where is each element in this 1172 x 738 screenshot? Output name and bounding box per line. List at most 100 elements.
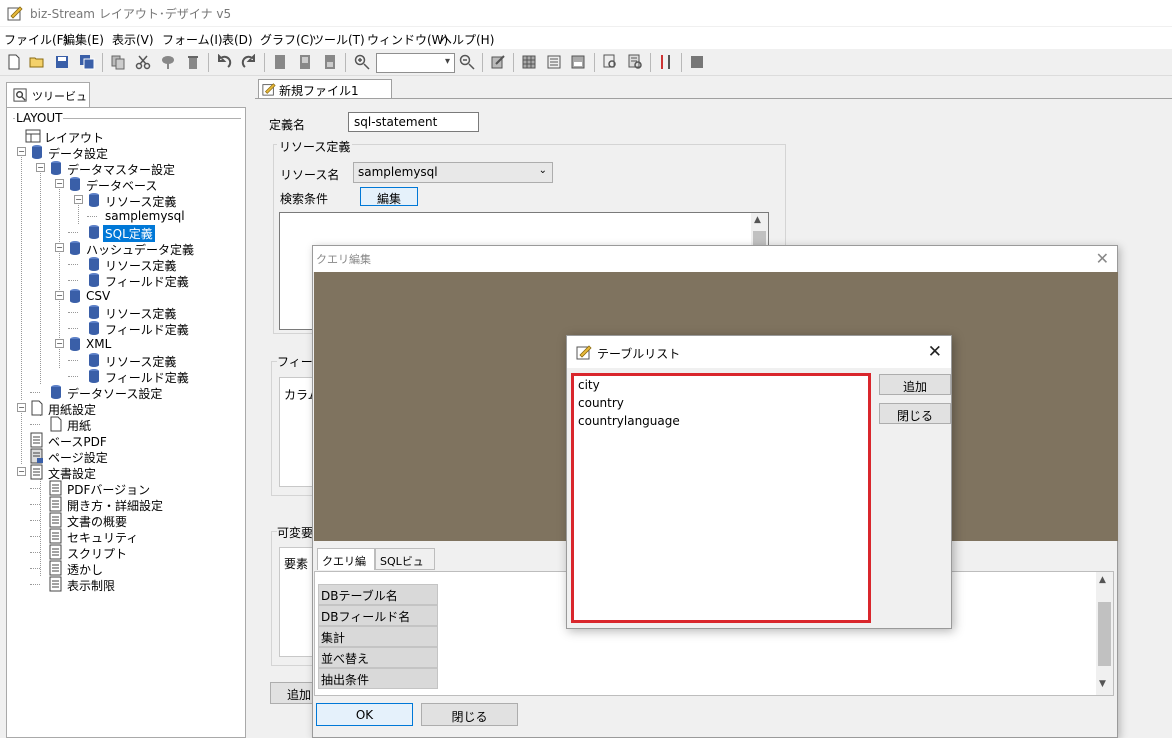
menu-help[interactable]: ヘルプ(H) (440, 31, 494, 48)
menu-window[interactable]: ウィンドウ(W) (367, 31, 448, 48)
zoom-combo[interactable]: ▾ (376, 53, 455, 73)
tree-connector-line (68, 328, 78, 329)
definition-name-input[interactable]: sql-statement (348, 112, 479, 132)
collapse-icon[interactable]: − (17, 147, 26, 156)
redo-icon[interactable] (241, 54, 257, 70)
table-list[interactable]: city country countrylanguage (571, 373, 871, 623)
tree-node-label: samplemysql (105, 209, 185, 223)
collapse-icon[interactable]: − (17, 467, 26, 476)
database-icon (70, 289, 80, 303)
panel-splitter[interactable] (247, 76, 255, 738)
tree-connector-line (30, 584, 40, 585)
collapse-icon[interactable]: − (36, 163, 45, 172)
tools-icon[interactable] (658, 54, 674, 70)
tree-node-label: リソース定義 (105, 307, 177, 321)
scroll-up-icon[interactable]: ▲ (1099, 575, 1106, 585)
collapse-icon[interactable]: − (74, 195, 83, 204)
element-label: 要素 (284, 557, 309, 571)
scroll-thumb[interactable] (1098, 602, 1111, 666)
close-icon[interactable]: ✕ (928, 342, 942, 362)
collapse-icon[interactable]: − (55, 179, 64, 188)
resource-name-select[interactable]: samplemysql ⌄ (353, 162, 553, 183)
ok-button[interactable]: OK (316, 703, 413, 726)
edit-button[interactable]: 編集 (360, 187, 418, 206)
database-icon (89, 305, 99, 319)
tab-query-edit[interactable]: クエリ編集 (317, 548, 375, 584)
data-preview-icon[interactable] (627, 54, 643, 70)
tree-node-label: データマスター設定 (67, 163, 176, 177)
page-icon[interactable] (272, 54, 288, 70)
list-item[interactable]: countrylanguage (578, 414, 680, 428)
menu-form[interactable]: フォーム(I) (162, 31, 223, 48)
document-tab[interactable]: 新規ファイル1 [v5.0.0] (258, 79, 392, 113)
add-table-button[interactable]: 追加 (879, 374, 951, 395)
tree-connector-line (30, 488, 40, 489)
variable-group-label: 可変要 (277, 524, 314, 541)
edit-icon[interactable] (490, 54, 506, 70)
menu-view[interactable]: 表示(V) (112, 31, 154, 48)
toolbar-separator (208, 53, 209, 72)
new-file-icon[interactable] (6, 54, 22, 70)
list-item[interactable]: city (578, 378, 600, 392)
document-tab-strip (255, 78, 1172, 98)
stop-icon[interactable] (689, 54, 705, 70)
database-icon (89, 257, 99, 271)
list-item[interactable]: country (578, 396, 624, 410)
query-close-button[interactable]: 閉じる (421, 703, 518, 726)
query-dialog-title-bar: クエリ編集 ✕ (313, 246, 1117, 272)
page-delete-icon[interactable] (322, 54, 338, 70)
delete-icon[interactable] (185, 54, 201, 70)
copy-icon[interactable] (110, 54, 126, 70)
scroll-up-icon[interactable]: ▲ (754, 215, 761, 225)
window-title: biz-Stream レイアウト･デザイナ v5 (30, 7, 232, 21)
page-copy-icon[interactable] (297, 54, 313, 70)
menu-bar: ファイル(F) 編集(E) 表示(V) フォーム(I) 表(D) グラフ(C) … (0, 27, 1172, 49)
form-icon[interactable] (570, 54, 586, 70)
query-grid-scrollbar[interactable]: ▲ ▼ (1096, 572, 1113, 695)
tree-node-label: 透かし (67, 563, 104, 577)
cut-icon[interactable] (135, 54, 151, 70)
paste-icon[interactable] (160, 54, 176, 70)
zoom-in-icon[interactable] (354, 54, 370, 70)
tree-node-label: 用紙 (67, 419, 92, 433)
undo-icon[interactable] (216, 54, 232, 70)
menu-file[interactable]: ファイル(F) (4, 31, 68, 48)
menu-table[interactable]: 表(D) (222, 31, 253, 48)
tree-connector-line (30, 568, 40, 569)
save-icon[interactable] (54, 54, 70, 70)
tree-node-label: リソース定義 (105, 355, 177, 369)
list-icon[interactable] (546, 54, 562, 70)
grid-icon[interactable] (521, 54, 537, 70)
tree-connector-line (30, 424, 40, 425)
tab-sql-view[interactable]: SQLビュー (375, 548, 435, 584)
table-close-button[interactable]: 閉じる (879, 403, 951, 424)
preview-icon[interactable] (602, 54, 618, 70)
collapse-icon[interactable]: − (55, 291, 64, 300)
tree-node-label: 文書の概要 (67, 515, 128, 529)
close-icon[interactable]: ✕ (1096, 249, 1109, 268)
tree-node-label: スクリプト (67, 547, 128, 561)
layout-icon (25, 129, 41, 143)
scroll-down-icon[interactable]: ▼ (1099, 679, 1106, 689)
tree-node-label: ベースPDF (48, 435, 107, 449)
menu-tool[interactable]: ツール(T) (312, 31, 365, 48)
tree-node-label: ハッシュデータ定義 (86, 243, 195, 257)
database-icon (89, 321, 99, 335)
tree-node-label: フィールド定義 (105, 323, 189, 337)
save-all-icon[interactable] (79, 54, 95, 70)
menu-graph[interactable]: グラフ(C) (260, 31, 314, 48)
toolbar-separator (102, 53, 103, 72)
open-folder-icon[interactable] (29, 54, 45, 70)
toolbar-separator (594, 53, 595, 72)
dialog-edit-icon (576, 345, 592, 360)
document-edit-icon (262, 83, 276, 96)
tree-view-tab[interactable]: ツリービュー (6, 82, 90, 119)
collapse-icon[interactable]: − (17, 403, 26, 412)
toolbar-separator (513, 53, 514, 72)
database-icon (51, 385, 61, 399)
database-icon (70, 241, 80, 255)
zoom-out-icon[interactable] (459, 54, 475, 70)
collapse-icon[interactable]: − (55, 243, 64, 252)
menu-edit[interactable]: 編集(E) (63, 31, 104, 48)
collapse-icon[interactable]: − (55, 339, 64, 348)
